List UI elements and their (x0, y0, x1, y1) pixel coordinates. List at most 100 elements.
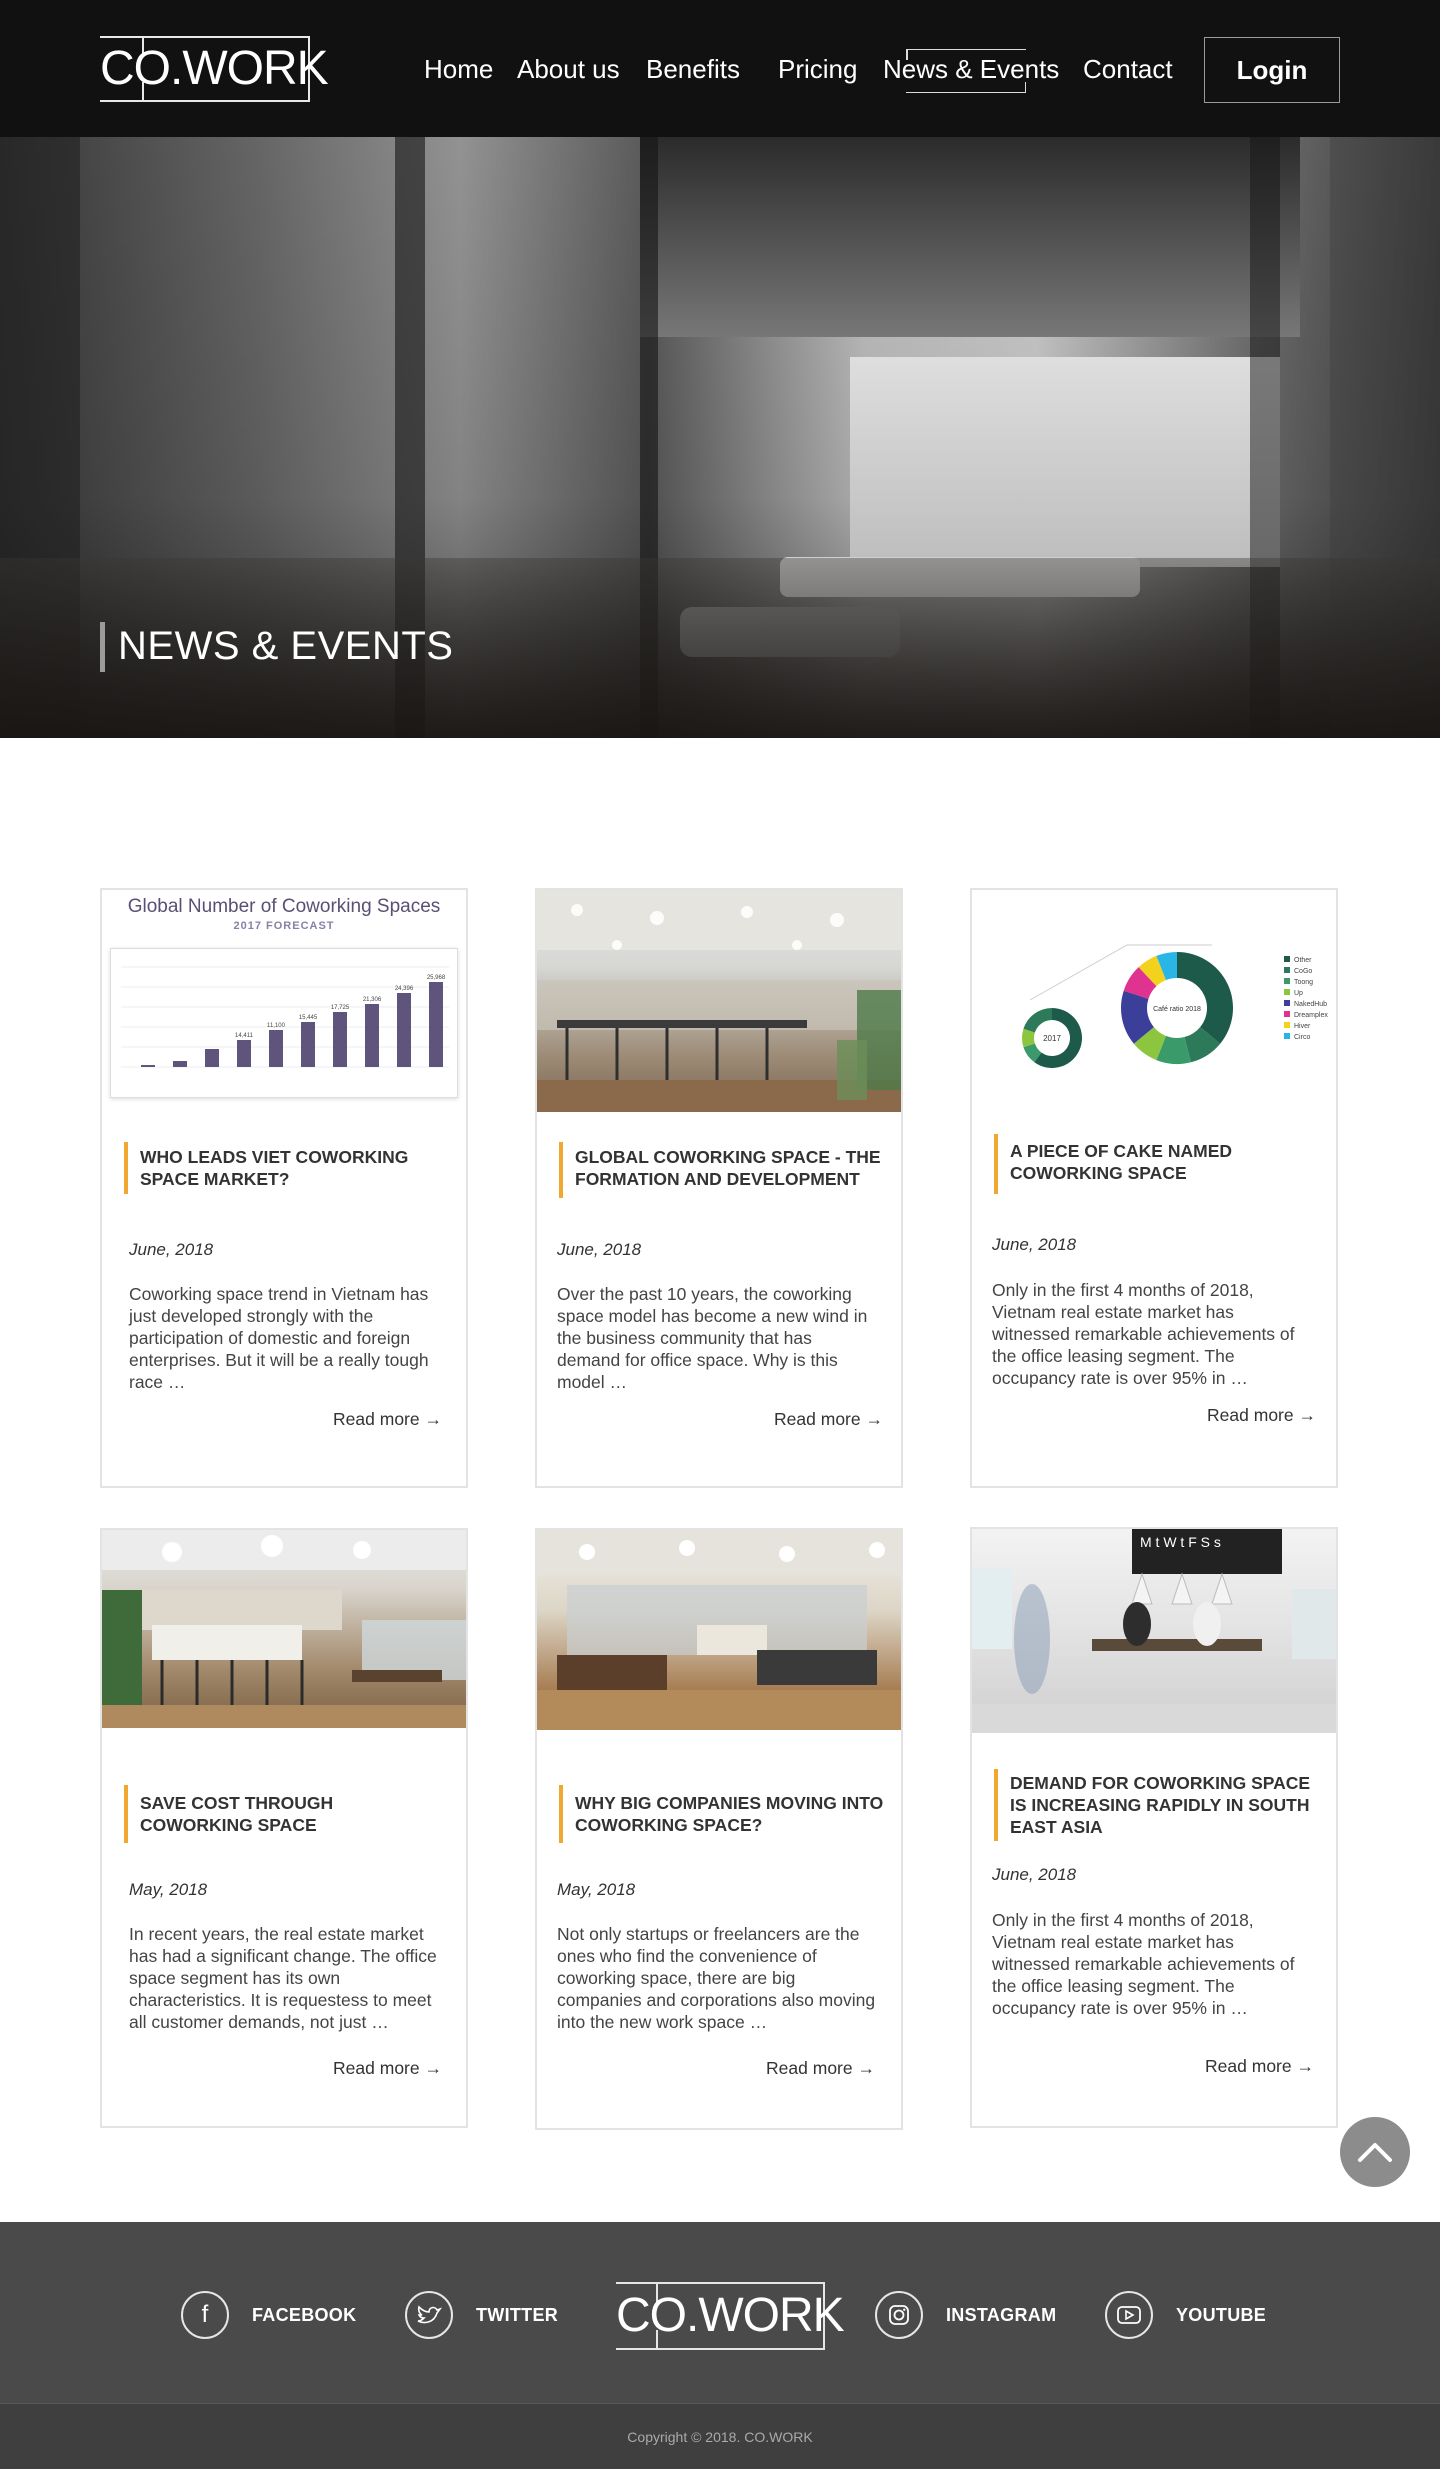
nav-news-events[interactable]: News & Events (883, 54, 1059, 85)
chart-bar-label: 14,411 (235, 1033, 254, 1039)
donut-center-label: Café ratio 2018 (1153, 1006, 1201, 1013)
article-thumbnail[interactable] (102, 1530, 466, 1728)
instagram-link[interactable]: INSTAGRAM (875, 2290, 1056, 2340)
article-excerpt: Only in the first 4 months of 2018, Viet… (992, 1280, 1295, 1388)
article-thumbnail[interactable] (537, 890, 901, 1112)
youtube-icon (1105, 2291, 1153, 2339)
svg-text:M t W t F S s: M t W t F S s (1140, 1534, 1221, 1550)
youtube-label: YOUTUBE (1176, 2304, 1267, 2325)
chart-bar (237, 1040, 251, 1067)
article-excerpt: In recent years, the real estate market … (129, 1924, 437, 2032)
article-date: June, 2018 (557, 1240, 642, 1259)
hero-ceiling (640, 137, 1300, 337)
legend-swatch (1284, 1011, 1290, 1017)
legend-label: NakedHub (1294, 1001, 1327, 1008)
arrow-right-icon: → (424, 1409, 443, 1429)
arrow-right-icon: → (1296, 2056, 1315, 2076)
article-date: June, 2018 (129, 1240, 214, 1259)
title-accent (994, 1134, 998, 1194)
article-thumbnail[interactable]: 2017 Café ratio 2018 Other CoGo Toong Up Naked… (972, 890, 1336, 1112)
read-more-link[interactable]: Read more → (766, 2058, 875, 2079)
article-excerpt: Only in the first 4 months of 2018, Viet… (992, 1910, 1295, 2018)
legend-swatch (1284, 989, 1290, 995)
hero-room (850, 357, 1280, 567)
article-title[interactable]: DEMAND FOR COWORKING SPACE IS INCREASING… (1010, 1772, 1320, 1838)
twitter-icon (405, 2291, 453, 2339)
nav-benefits[interactable]: Benefits (646, 54, 740, 85)
chart-bar-label: 11,100 (267, 1023, 286, 1029)
legend-label: Up (1294, 990, 1303, 997)
chevron-up-icon (1358, 2143, 1392, 2162)
thumb-chart-subtitle: 2017 FORECAST (233, 920, 335, 932)
donut-slice (1177, 952, 1233, 1044)
nav-about-us[interactable]: About us (517, 54, 620, 85)
article-thumbnail[interactable]: M t W t F S s (972, 1529, 1336, 1733)
instagram-label: INSTAGRAM (946, 2304, 1057, 2325)
site-logo[interactable]: CO.WORK (100, 36, 329, 102)
article-title[interactable]: A PIECE OF CAKE NAMED COWORKING SPACE (1010, 1140, 1320, 1184)
donut-center-label: 2017 (1043, 1034, 1061, 1043)
twitter-label: TWITTER (476, 2304, 559, 2325)
legend-swatch (1284, 1000, 1290, 1006)
legend-label: Other (1294, 957, 1312, 964)
hero-title-accent (100, 622, 105, 672)
chart-bar (173, 1061, 187, 1067)
article-thumbnail[interactable]: Global Number of Coworking Spaces 2017 F… (102, 890, 466, 1112)
site-header: CO.WORK Home About us Benefits Pricing N… (0, 0, 1440, 137)
nav-pricing[interactable]: Pricing (778, 54, 857, 85)
read-more-link[interactable]: Read more → (774, 1409, 883, 1430)
twitter-link[interactable]: TWITTER (405, 2290, 558, 2340)
lobby-photo (537, 1530, 901, 1730)
legend-swatch (1284, 978, 1290, 984)
article-date: June, 2018 (992, 1235, 1077, 1254)
article-card[interactable]: 2017 Café ratio 2018 Other CoGo Toong Up Naked… (970, 888, 1338, 1488)
meeting-photo: M t W t F S s (972, 1529, 1336, 1733)
title-accent (559, 1785, 563, 1843)
article-card[interactable]: Global Number of Coworking Spaces 2017 F… (100, 888, 468, 1488)
nav-contact[interactable]: Contact (1083, 54, 1173, 85)
article-card[interactable]: GLOBAL COWORKING SPACE - THE FORMATION A… (535, 888, 903, 1488)
title-accent (559, 1142, 563, 1198)
read-more-label: Read more (766, 2058, 853, 2078)
article-title[interactable]: SAVE COST THROUGH COWORKING SPACE (140, 1792, 450, 1836)
read-more-link[interactable]: Read more → (1207, 1405, 1316, 1426)
article-title[interactable]: WHY BIG COMPANIES MOVING INTO COWORKING … (575, 1792, 885, 1836)
title-accent (124, 1785, 128, 1843)
arrow-right-icon: → (865, 1409, 884, 1429)
article-title[interactable]: WHO LEADS VIET COWORKING SPACE MARKET? (140, 1146, 450, 1190)
arrow-right-icon: → (424, 2058, 443, 2078)
chart-bar (141, 1065, 155, 1067)
chart-bar (269, 1030, 283, 1067)
read-more-link[interactable]: Read more → (1205, 2056, 1314, 2077)
nav-home[interactable]: Home (424, 54, 493, 85)
arrow-right-icon: → (1298, 1405, 1317, 1425)
legend-label: Circo (1294, 1034, 1310, 1041)
article-card[interactable]: SAVE COST THROUGH COWORKING SPACE May, 2… (100, 1528, 468, 2128)
article-card[interactable]: M t W t F S s DEMAND FOR COWORKING SPACE… (970, 1527, 1338, 2128)
chart-bar-label: 21,306 (363, 997, 382, 1003)
read-more-link[interactable]: Read more → (333, 2058, 442, 2079)
facebook-link[interactable]: f FACEBOOK (181, 2290, 356, 2340)
read-more-link[interactable]: Read more → (333, 1409, 442, 1430)
article-excerpt: Not only startups or freelancers are the… (557, 1924, 876, 2032)
article-excerpt: Coworking space trend in Vietnam has jus… (129, 1284, 429, 1392)
title-accent (124, 1142, 128, 1194)
legend-swatch (1284, 967, 1290, 973)
article-thumbnail[interactable] (537, 1530, 901, 1730)
scroll-to-top-button[interactable] (1340, 2117, 1410, 2187)
legend-label: Hiver (1294, 1023, 1311, 1030)
chart-bar (429, 982, 443, 1067)
read-more-label: Read more (333, 1409, 420, 1429)
chart-bar-label: 25,968 (427, 975, 446, 981)
article-date: June, 2018 (992, 1865, 1077, 1884)
legend-swatch (1284, 956, 1290, 962)
thumb-bar-chart: 14,411 11,100 15,445 17,725 21,306 24,396 25,9… (121, 963, 466, 1068)
article-title[interactable]: GLOBAL COWORKING SPACE - THE FORMATION A… (575, 1146, 885, 1190)
login-button[interactable]: Login (1204, 37, 1340, 103)
footer-logo[interactable]: CO.WORK (616, 2282, 845, 2350)
chart-bar (301, 1022, 315, 1067)
article-card[interactable]: WHY BIG COMPANIES MOVING INTO COWORKING … (535, 1528, 903, 2130)
chart-bar (365, 1004, 379, 1067)
youtube-link[interactable]: YOUTUBE (1105, 2290, 1266, 2340)
chart-bar (333, 1012, 347, 1067)
